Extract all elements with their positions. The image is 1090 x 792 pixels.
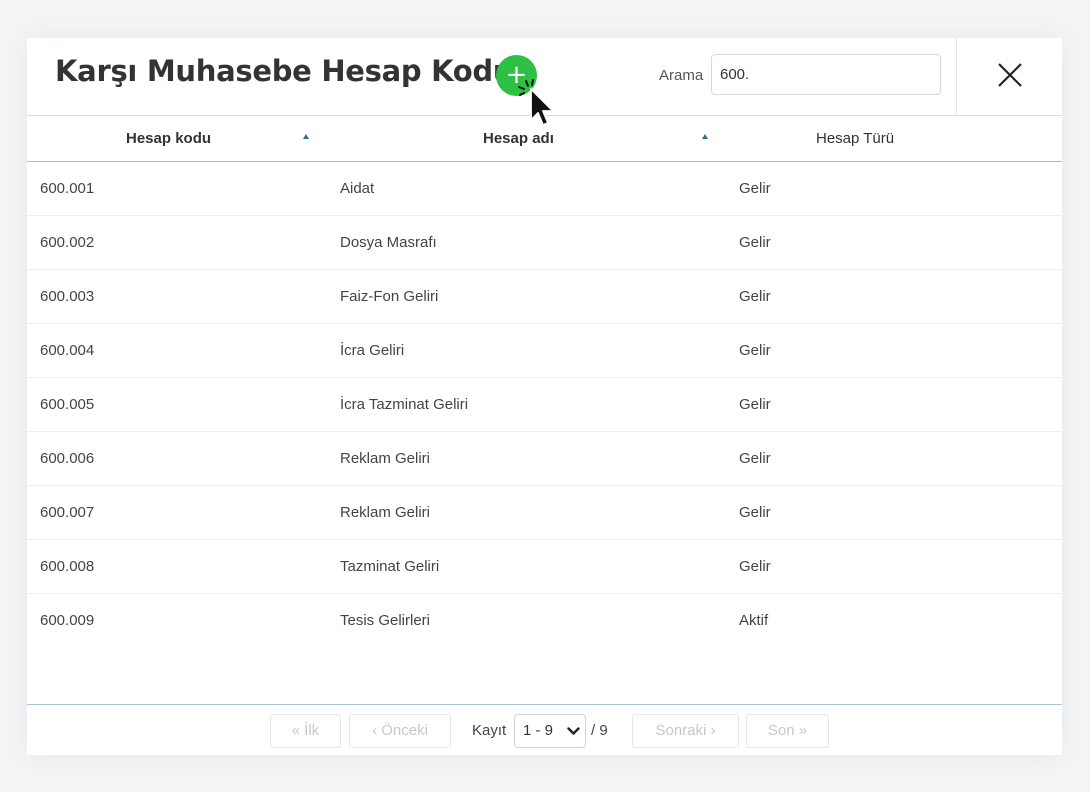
cell-type: Gelir (739, 288, 771, 305)
cell-type: Gelir (739, 450, 771, 467)
cell-name: Reklam Geliri (340, 504, 431, 521)
last-page-button[interactable]: Son » (746, 714, 829, 748)
table-row[interactable]: 600.005 İcra Tazminat Geliri Gelir (27, 378, 1062, 432)
pagination-bar: « İlk ‹ Önceki Kayıt 1 - 9 / 9 Sonraki ›… (27, 704, 1062, 755)
cell-code: 600.001 (40, 180, 95, 197)
page-range-value: 1 - 9 (523, 722, 554, 739)
cell-code: 600.009 (40, 612, 95, 629)
cell-name: İcra Geliri (340, 342, 405, 359)
cell-type: Aktif (739, 612, 769, 629)
table-row[interactable]: 600.007 Reklam Geliri Gelir (27, 486, 1062, 540)
close-button[interactable] (956, 38, 1062, 116)
page-range-select[interactable]: 1 - 9 (514, 714, 586, 748)
cell-name: Dosya Masrafı (340, 234, 437, 251)
table-row[interactable]: 600.006 Reklam Geliri Gelir (27, 432, 1062, 486)
column-header-hesap-kodu[interactable]: Hesap kodu (126, 130, 211, 147)
sort-ascending-icon[interactable] (303, 134, 309, 139)
table-row[interactable]: 600.003 Faiz-Fon Geliri Gelir (27, 270, 1062, 324)
close-icon[interactable] (997, 62, 1023, 88)
cell-name: Tazminat Geliri (340, 558, 440, 575)
column-header-hesap-turu[interactable]: Hesap Türü (816, 130, 894, 147)
cell-code: 600.006 (40, 450, 95, 467)
previous-page-button[interactable]: ‹ Önceki (349, 714, 451, 748)
total-records: / 9 (591, 722, 608, 739)
sort-ascending-icon[interactable] (702, 134, 708, 139)
cell-type: Gelir (739, 504, 771, 521)
cell-code: 600.004 (40, 342, 95, 359)
cell-type: Gelir (739, 558, 771, 575)
table-row[interactable]: 600.002 Dosya Masrafı Gelir (27, 216, 1062, 270)
cell-name: İcra Tazminat Geliri (340, 396, 469, 413)
cell-name: Reklam Geliri (340, 450, 431, 467)
column-header-hesap-adi[interactable]: Hesap adı (483, 130, 554, 147)
next-page-button[interactable]: Sonraki › (632, 714, 739, 748)
chevron-down-icon (567, 727, 580, 735)
cell-code: 600.005 (40, 396, 95, 413)
cell-name: Tesis Gelirleri (340, 612, 431, 629)
account-code-dialog: Karşı Muhasebe Hesap Kodu + Arama Hesap (27, 38, 1062, 755)
search-label: Arama (659, 67, 704, 84)
dialog-header: Karşı Muhasebe Hesap Kodu + Arama (27, 38, 1062, 126)
cell-code: 600.002 (40, 234, 95, 251)
cell-code: 600.003 (40, 288, 95, 305)
table-header: Hesap kodu Hesap adı Hesap Türü (27, 116, 1062, 162)
table-row[interactable]: 600.001 Aidat Gelir (27, 162, 1062, 216)
cell-type: Gelir (739, 396, 771, 413)
cell-type: Gelir (739, 234, 771, 251)
table-row[interactable]: 600.009 Tesis Gelirleri Aktif (27, 594, 1062, 648)
cell-type: Gelir (739, 180, 771, 197)
table-row[interactable]: 600.008 Tazminat Geliri Gelir (27, 540, 1062, 594)
cell-name: Aidat (340, 180, 375, 197)
cell-code: 600.008 (40, 558, 95, 575)
table-body: 600.001 Aidat Gelir 600.002 Dosya Masraf… (27, 162, 1062, 648)
search-input[interactable] (711, 54, 941, 95)
table-row[interactable]: 600.004 İcra Geliri Gelir (27, 324, 1062, 378)
cell-name: Faiz-Fon Geliri (340, 288, 439, 305)
record-label: Kayıt (472, 722, 507, 739)
page-title: Karşı Muhasebe Hesap Kodu (55, 54, 514, 88)
cell-code: 600.007 (40, 504, 95, 521)
first-page-button[interactable]: « İlk (270, 714, 341, 748)
cell-type: Gelir (739, 342, 771, 359)
